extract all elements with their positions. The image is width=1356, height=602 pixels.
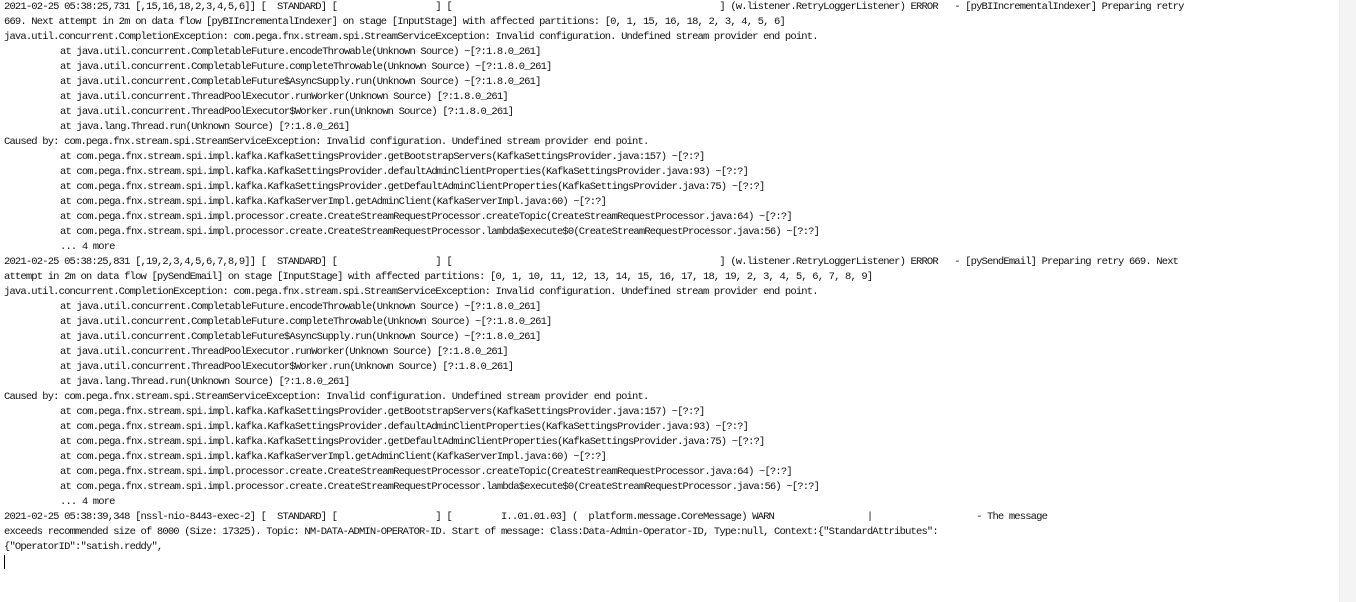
- log-line: Caused by: com.pega.fnx.stream.spi.Strea…: [4, 136, 649, 148]
- log-line: {"OperatorID":"satish.reddy",: [4, 541, 163, 553]
- vertical-scrollbar[interactable]: [1339, 0, 1356, 602]
- log-line: 669. Next attempt in 2m on data flow [py…: [4, 16, 786, 28]
- log-line: at com.pega.fnx.stream.spi.impl.processo…: [4, 481, 820, 493]
- log-line: at com.pega.fnx.stream.spi.impl.processo…: [4, 211, 793, 223]
- log-line: at java.util.concurrent.CompletableFutur…: [4, 331, 541, 343]
- log-line: at java.lang.Thread.run(Unknown Source) …: [4, 121, 350, 133]
- log-line: 2021-02-25 05:38:25,831 [,19,2,3,4,5,6,7…: [4, 256, 1179, 268]
- log-line: Caused by: com.pega.fnx.stream.spi.Strea…: [4, 391, 649, 403]
- log-line: java.util.concurrent.CompletionException…: [4, 286, 819, 298]
- log-line: at java.util.concurrent.CompletableFutur…: [4, 316, 552, 328]
- log-line: at java.util.concurrent.ThreadPoolExecut…: [4, 346, 509, 358]
- log-line: ... 4 more: [4, 241, 115, 253]
- log-line: java.util.concurrent.CompletionException…: [4, 31, 819, 43]
- log-line: 2021-02-25 05:38:39,348 [nssl-nio-8443-e…: [4, 511, 1048, 523]
- log-line: attempt in 2m on data flow [pySendEmail]…: [4, 271, 873, 283]
- log-line: at com.pega.fnx.stream.spi.impl.kafka.Ka…: [4, 181, 765, 193]
- log-line: at java.util.concurrent.ThreadPoolExecut…: [4, 91, 509, 103]
- log-line: exceeds recommended size of 8000 (Size: …: [4, 526, 939, 538]
- log-line: at com.pega.fnx.stream.spi.impl.kafka.Ka…: [4, 166, 749, 178]
- log-text-area[interactable]: 2021-02-25 05:38:25,731 [,15,16,18,2,3,4…: [4, 0, 1340, 602]
- log-line: at com.pega.fnx.stream.spi.impl.processo…: [4, 466, 793, 478]
- log-line: at java.util.concurrent.CompletableFutur…: [4, 301, 541, 313]
- log-line: at java.util.concurrent.ThreadPoolExecut…: [4, 106, 514, 118]
- log-line: at com.pega.fnx.stream.spi.impl.processo…: [4, 226, 820, 238]
- log-line: at com.pega.fnx.stream.spi.impl.kafka.Ka…: [4, 196, 607, 208]
- log-line: ... 4 more: [4, 496, 115, 508]
- text-cursor: [4, 555, 5, 569]
- log-line: at java.util.concurrent.CompletableFutur…: [4, 76, 541, 88]
- log-line: at com.pega.fnx.stream.spi.impl.kafka.Ka…: [4, 421, 749, 433]
- log-line: at java.util.concurrent.CompletableFutur…: [4, 61, 552, 73]
- log-line: 2021-02-25 05:38:25,731 [,15,16,18,2,3,4…: [4, 1, 1184, 13]
- log-line: at java.util.concurrent.ThreadPoolExecut…: [4, 361, 514, 373]
- log-line: at com.pega.fnx.stream.spi.impl.kafka.Ka…: [4, 451, 607, 463]
- cursor-line: [4, 555, 1340, 570]
- log-line: at java.lang.Thread.run(Unknown Source) …: [4, 376, 350, 388]
- log-line: at com.pega.fnx.stream.spi.impl.kafka.Ka…: [4, 436, 765, 448]
- log-line: at java.util.concurrent.CompletableFutur…: [4, 46, 541, 58]
- log-line: at com.pega.fnx.stream.spi.impl.kafka.Ka…: [4, 406, 705, 418]
- log-line: at com.pega.fnx.stream.spi.impl.kafka.Ka…: [4, 151, 705, 163]
